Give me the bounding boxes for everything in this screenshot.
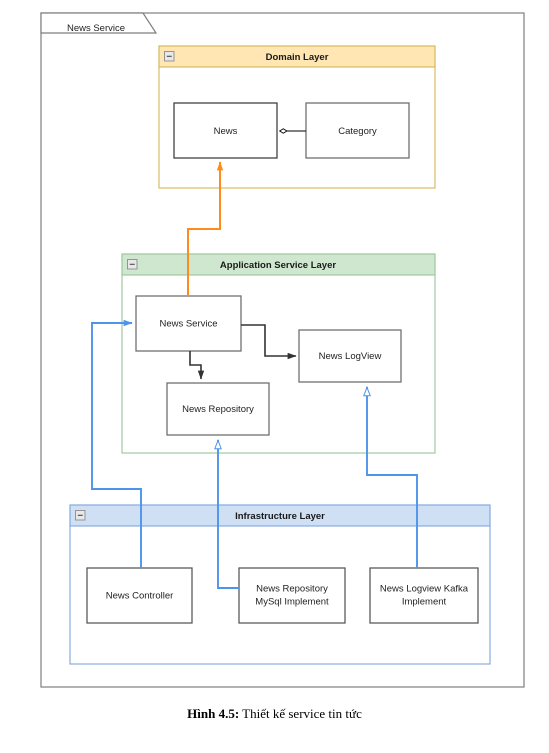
figure-caption-label: Hình 4.5: [187,706,240,721]
node-news-repository-label: News Repository [182,404,254,415]
node-news-logview-kafka-label-line1: News Logview Kafka [380,584,469,595]
node-news-logview[interactable]: News LogView [298,329,402,383]
node-news-service[interactable]: News Service [135,295,242,352]
figure-caption-text: Thiết kế service tin tức [239,706,362,721]
node-news-logview-kafka[interactable]: News Logview Kafka Implement [369,567,479,624]
node-category-label: Category [338,126,377,137]
layer-application-service: Application Service Layer News Service N… [121,253,436,454]
package-tab-label: News Service [67,23,125,34]
layer-domain: Domain Layer News Category [158,45,436,189]
node-news-controller[interactable]: News Controller [86,567,193,624]
figure-root: News Service Domain Layer News Category [0,0,549,753]
node-news-label: News [214,126,238,137]
application-layer-title: Application Service Layer [220,260,336,271]
layer-infrastructure: Infrastructure Layer News Controller New… [69,504,491,665]
minus-box-icon[interactable] [164,51,175,62]
minus-box-icon[interactable] [75,510,86,521]
node-news-repository-mysql-label-line1: News Repository [256,584,328,595]
node-news-repository-mysql[interactable]: News Repository MySql Implement [238,567,346,624]
node-news-repository-mysql-label-line2: MySql Implement [255,597,329,608]
architecture-diagram: News Service Domain Layer News Category [40,12,525,688]
domain-layer-title: Domain Layer [266,52,329,63]
node-news-repository[interactable]: News Repository [166,382,270,436]
node-category[interactable]: Category [305,102,410,159]
node-news-logview-label: News LogView [319,351,382,362]
infrastructure-layer-title: Infrastructure Layer [235,511,325,522]
node-news-logview-kafka-label-line2: Implement [402,597,447,608]
minus-box-icon[interactable] [127,259,138,270]
node-news-service-label: News Service [159,319,217,330]
node-news-controller-label: News Controller [106,591,174,602]
figure-caption: Hình 4.5: Thiết kế service tin tức [0,706,549,723]
node-news[interactable]: News [173,102,278,159]
